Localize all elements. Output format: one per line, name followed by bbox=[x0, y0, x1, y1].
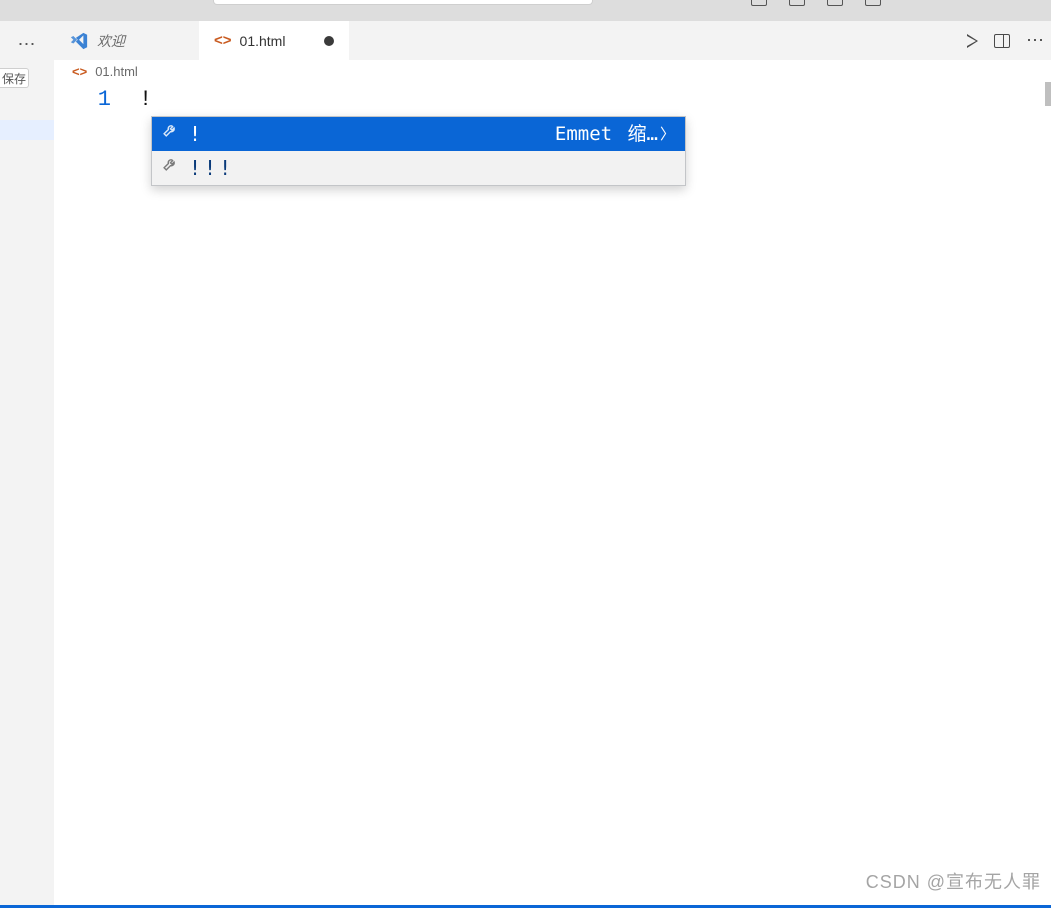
run-icon[interactable] bbox=[967, 34, 978, 48]
dirty-indicator-icon bbox=[324, 36, 334, 46]
suggest-item-1[interactable]: !!! bbox=[152, 151, 685, 185]
vscode-icon bbox=[69, 31, 89, 51]
suggest-item-1-label: !!! bbox=[189, 154, 234, 182]
more-actions-icon[interactable]: ⋯ bbox=[1026, 30, 1045, 51]
code-editor[interactable]: 1 ! ! Emmet 缩… 〉 bbox=[54, 82, 1051, 905]
tab-01html-label: 01.html bbox=[240, 33, 286, 49]
titlebar-layout-buttons bbox=[751, 0, 881, 6]
minimap-scroll-indicator[interactable] bbox=[1045, 82, 1051, 106]
line-number: 1 bbox=[54, 86, 111, 114]
tab-bar: 欢迎 <> 01.html ⋯ bbox=[54, 21, 1051, 60]
layout-btn-4[interactable] bbox=[865, 0, 881, 6]
more-icon[interactable]: ⋯ bbox=[18, 34, 37, 55]
watermark-text: CSDN @宣布无人罪 bbox=[866, 868, 1041, 894]
breadcrumb-file: 01.html bbox=[95, 64, 138, 79]
line-number-gutter: 1 bbox=[54, 82, 139, 905]
command-center-search[interactable] bbox=[213, 0, 593, 5]
tab-01html[interactable]: <> 01.html bbox=[199, 21, 349, 60]
suggest-item-0[interactable]: ! Emmet 缩… 〉 bbox=[152, 117, 685, 151]
left-gutter-col: ⋯ bbox=[0, 21, 54, 905]
layout-btn-2[interactable] bbox=[789, 0, 805, 6]
html-file-icon: <> bbox=[214, 32, 232, 49]
chevron-right-icon[interactable]: 〉 bbox=[660, 120, 675, 148]
layout-btn-1[interactable] bbox=[751, 0, 767, 6]
code-line-1: ! bbox=[139, 87, 152, 112]
suggest-item-0-hint: Emmet 缩… 〉 bbox=[555, 120, 675, 148]
editor-actions: ⋯ bbox=[967, 21, 1045, 60]
wrench-icon bbox=[162, 120, 179, 148]
suggest-item-0-label: ! bbox=[189, 120, 204, 148]
breadcrumb[interactable]: <> 01.html bbox=[54, 60, 1051, 82]
split-editor-icon[interactable] bbox=[994, 34, 1010, 48]
save-button-stub[interactable]: 保存 bbox=[0, 68, 29, 88]
sidebar-selection-stub bbox=[0, 120, 54, 140]
layout-btn-3[interactable] bbox=[827, 0, 843, 6]
titlebar bbox=[0, 0, 1051, 21]
code-content[interactable]: ! ! Emmet 缩… 〉 bbox=[139, 82, 1051, 905]
html-file-icon: <> bbox=[72, 64, 87, 79]
intellisense-popup: ! Emmet 缩… 〉 !!! bbox=[151, 116, 686, 186]
wrench-icon bbox=[162, 154, 179, 182]
tab-welcome-label: 欢迎 bbox=[97, 31, 125, 51]
tab-welcome[interactable]: 欢迎 bbox=[54, 21, 199, 60]
